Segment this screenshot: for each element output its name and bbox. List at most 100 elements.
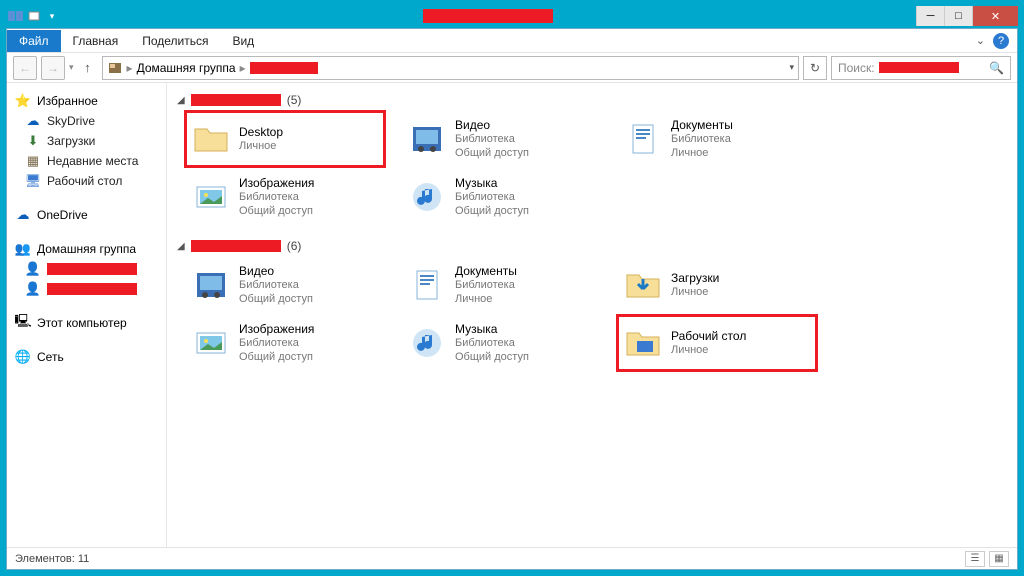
- nav-back-button[interactable]: ←: [13, 56, 37, 80]
- help-icon[interactable]: ?: [993, 33, 1009, 49]
- ribbon-tabs: Файл Главная Поделиться Вид ⌄ ?: [7, 29, 1017, 53]
- nav-homegroup[interactable]: 👥Домашняя группа: [7, 239, 166, 259]
- group-count: (6): [287, 239, 302, 253]
- tile-subtitle: Библиотека: [239, 337, 314, 351]
- tile-title: Изображения: [239, 322, 314, 337]
- folder-tile[interactable]: Документы Библиотека Личное: [401, 257, 601, 313]
- folder-tile[interactable]: Видео Библиотека Общий доступ: [185, 257, 385, 313]
- tab-view[interactable]: Вид: [220, 30, 266, 52]
- tile-title: Загрузки: [671, 271, 719, 286]
- folder-tile[interactable]: Музыка Библиотека Общий доступ: [401, 315, 601, 371]
- nav-recent[interactable]: ▦Недавние места: [7, 151, 166, 171]
- refresh-button[interactable]: ↻: [803, 56, 827, 80]
- group-header[interactable]: ◢ (6): [177, 235, 1017, 257]
- tile-subtitle: Библиотека: [455, 191, 529, 205]
- homegroup-icon: 👥: [15, 241, 31, 257]
- tile-title: Видео: [239, 264, 313, 279]
- nav-favorites[interactable]: ⭐Избранное: [7, 91, 166, 111]
- nav-downloads[interactable]: ⬇Загрузки: [7, 131, 166, 151]
- tile-subtitle: Личное: [671, 344, 746, 358]
- tile-subtitle: Библиотека: [239, 279, 313, 293]
- nav-desktop[interactable]: 🖥Рабочий стол: [7, 171, 166, 191]
- tile-subtitle: Библиотека: [671, 133, 733, 147]
- folder-tile[interactable]: Изображения Библиотека Общий доступ: [185, 315, 385, 371]
- breadcrumb-dropdown-icon[interactable]: ▾: [789, 62, 794, 73]
- user-redacted: [47, 263, 137, 275]
- tile-subtitle2: Общий доступ: [239, 293, 313, 307]
- search-label: Поиск:: [838, 61, 875, 75]
- cloud-icon: ☁: [15, 207, 31, 223]
- tile-subtitle2: Общий доступ: [239, 351, 314, 365]
- recent-icon: ▦: [25, 153, 41, 169]
- user-redacted: [47, 283, 137, 295]
- nav-history-dropdown[interactable]: ▾: [69, 62, 74, 73]
- nav-thispc[interactable]: 🖳Этот компьютер: [7, 313, 166, 333]
- folder-tile[interactable]: Загрузки Личное: [617, 257, 817, 313]
- breadcrumb-redacted[interactable]: [250, 62, 318, 74]
- window-frame: ▾ ─ □ ✕ Файл Главная Поделиться Вид ⌄ ? …: [0, 0, 1024, 576]
- doc-icon: [623, 119, 663, 159]
- maximize-button[interactable]: □: [944, 6, 972, 26]
- tile-title: Desktop: [239, 125, 283, 140]
- tile-subtitle: Библиотека: [239, 191, 314, 205]
- ribbon-expand-icon[interactable]: ⌄: [976, 34, 985, 47]
- nav-homegroup-user[interactable]: 👤: [7, 279, 166, 299]
- user-icon: 👤: [25, 281, 41, 297]
- tile-title: Документы: [455, 264, 517, 279]
- address-bar: ← → ▾ ↑ ▸ Домашняя группа ▸ ▾ ↻ Поиск: 🔍: [7, 53, 1017, 83]
- folder-tile[interactable]: Изображения Библиотека Общий доступ: [185, 169, 385, 225]
- view-tiles-button[interactable]: ▦: [989, 551, 1009, 567]
- tab-file[interactable]: Файл: [7, 30, 61, 52]
- tile-title: Рабочий стол: [671, 329, 746, 344]
- chevron-right-icon[interactable]: ▸: [127, 61, 133, 75]
- close-button[interactable]: ✕: [972, 6, 1018, 26]
- tab-home[interactable]: Главная: [61, 30, 131, 52]
- collapse-icon[interactable]: ◢: [177, 95, 185, 106]
- titlebar: ▾ ─ □ ✕: [6, 6, 1018, 28]
- tile-subtitle2: Общий доступ: [239, 205, 314, 219]
- desktop-icon: [623, 323, 663, 363]
- tile-title: Изображения: [239, 176, 314, 191]
- qat-icon[interactable]: [26, 8, 42, 24]
- collapse-icon[interactable]: ◢: [177, 241, 185, 252]
- tile-title: Документы: [671, 118, 733, 133]
- chevron-right-icon[interactable]: ▸: [240, 61, 246, 75]
- tile-subtitle: Библиотека: [455, 279, 517, 293]
- group-header[interactable]: ◢ (5): [177, 89, 1017, 111]
- nav-homegroup-user[interactable]: 👤: [7, 259, 166, 279]
- tile-subtitle2: Личное: [455, 293, 517, 307]
- nav-onedrive[interactable]: ☁OneDrive: [7, 205, 166, 225]
- group-name-redacted: [191, 240, 281, 252]
- search-redacted: [879, 62, 959, 73]
- view-details-button[interactable]: ☰: [965, 551, 985, 567]
- minimize-button[interactable]: ─: [916, 6, 944, 26]
- breadcrumb-item[interactable]: Домашняя группа: [137, 61, 236, 75]
- group-name-redacted: [191, 94, 281, 106]
- doc-icon: [407, 265, 447, 305]
- navigation-pane: ⭐Избранное ☁SkyDrive ⬇Загрузки ▦Недавние…: [7, 83, 167, 547]
- video-icon: [407, 119, 447, 159]
- folder-tile[interactable]: Документы Библиотека Личное: [617, 111, 817, 167]
- tile-subtitle: Библиотека: [455, 133, 529, 147]
- breadcrumb-root-icon: [107, 60, 123, 76]
- breadcrumb[interactable]: ▸ Домашняя группа ▸ ▾: [102, 56, 799, 80]
- tile-title: Музыка: [455, 322, 529, 337]
- desktop-icon: 🖥: [25, 173, 41, 189]
- tile-subtitle: Личное: [239, 140, 283, 154]
- network-icon: 🌐: [15, 349, 31, 365]
- search-icon: 🔍: [989, 61, 1004, 75]
- status-count: 11: [78, 553, 89, 565]
- nav-network[interactable]: 🌐Сеть: [7, 347, 166, 367]
- search-input[interactable]: Поиск: 🔍: [831, 56, 1011, 80]
- group-count: (5): [287, 93, 302, 107]
- nav-up-button[interactable]: ↑: [78, 60, 98, 75]
- folder-tile[interactable]: Музыка Библиотека Общий доступ: [401, 169, 601, 225]
- nav-forward-button[interactable]: →: [41, 56, 65, 80]
- folder-tile[interactable]: Рабочий стол Личное: [617, 315, 817, 371]
- tab-share[interactable]: Поделиться: [130, 30, 220, 52]
- folder-tile[interactable]: Видео Библиотека Общий доступ: [401, 111, 601, 167]
- folder-tile[interactable]: Desktop Личное: [185, 111, 385, 167]
- tile-subtitle: Библиотека: [455, 337, 529, 351]
- nav-skydrive[interactable]: ☁SkyDrive: [7, 111, 166, 131]
- video-icon: [191, 265, 231, 305]
